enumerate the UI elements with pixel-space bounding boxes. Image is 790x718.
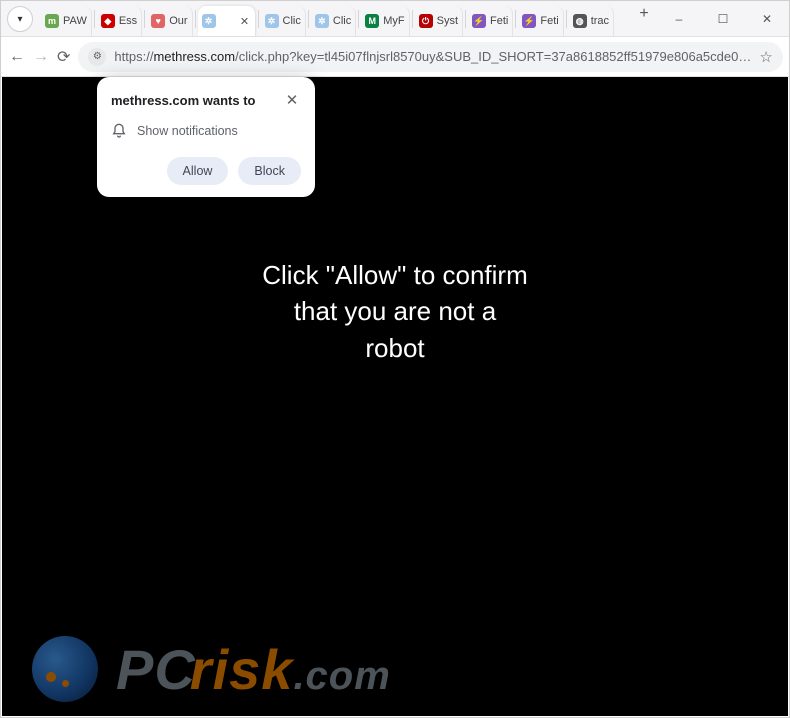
tab-favicon: M — [365, 14, 379, 28]
watermark: PC risk .com — [32, 636, 391, 702]
tab-title: Feti — [490, 15, 508, 27]
tab-favicon: m — [45, 14, 59, 28]
watermark-text: PC risk .com — [116, 637, 391, 702]
nav-forward-button[interactable]: → — [33, 42, 49, 72]
watermark-risk: risk — [190, 637, 294, 702]
tab-separator — [358, 10, 359, 28]
tab-title: PAW — [63, 15, 87, 27]
url-scheme: https:// — [114, 49, 153, 64]
browser-tab[interactable]: ⚡ Feti — [468, 6, 513, 36]
url-host: methress.com — [153, 49, 235, 64]
tab-favicon: ✲ — [265, 14, 279, 28]
hero-line-1: Click "Allow" to confirm — [2, 257, 788, 293]
window-controls: – ☐ ✕ — [657, 1, 789, 36]
tab-favicon: ⚡ — [522, 14, 536, 28]
permission-title: methress.com wants to — [111, 93, 256, 108]
browser-window: ▾ mPAW◆Ess♥Our✲✕✲Clic✲ClicMMyF⏻Syst⚡Feti… — [0, 0, 790, 718]
tab-title: Clic — [283, 15, 301, 27]
tab-title: trac — [591, 15, 609, 27]
browser-tab-active[interactable]: ✲✕ — [198, 6, 256, 36]
browser-tab[interactable]: m PAW — [41, 6, 92, 36]
new-tab-button[interactable]: + — [631, 1, 657, 27]
watermark-orb-icon — [32, 636, 98, 702]
tab-favicon: ◆ — [101, 14, 115, 28]
bookmark-star-icon[interactable]: ☆ — [759, 48, 772, 66]
tab-favicon: ◍ — [573, 14, 587, 28]
browser-tab[interactable]: M MyF — [361, 6, 409, 36]
hero-text: Click "Allow" to confirm that you are no… — [2, 257, 788, 366]
permission-block-button[interactable]: Block — [238, 157, 301, 185]
tab-favicon: ⚡ — [472, 14, 486, 28]
tab-separator — [144, 10, 145, 28]
titlebar: ▾ mPAW◆Ess♥Our✲✕✲Clic✲ClicMMyF⏻Syst⚡Feti… — [1, 1, 789, 37]
tab-close-button[interactable]: ✕ — [239, 15, 251, 27]
hero-line-3: robot — [2, 330, 788, 366]
tab-title: Syst — [437, 15, 458, 27]
browser-tab[interactable]: ⏻ Syst — [415, 6, 463, 36]
nav-back-button[interactable]: ← — [9, 42, 25, 72]
bell-icon — [111, 123, 127, 139]
toolbar: ← → ⟳ ⚙ https://methress.com/click.php?k… — [1, 37, 789, 77]
tab-title: Feti — [540, 15, 558, 27]
tab-favicon: ✲ — [202, 14, 216, 28]
tab-separator — [566, 10, 567, 28]
tab-separator — [94, 10, 95, 28]
site-settings-icon[interactable]: ⚙ — [88, 48, 106, 66]
tab-favicon: ♥ — [151, 14, 165, 28]
watermark-com: .com — [293, 654, 390, 699]
permission-close-button[interactable]: ✕ — [283, 91, 301, 109]
tabs-dropdown-button[interactable]: ▾ — [7, 6, 33, 32]
tab-title: MyF — [383, 15, 404, 27]
tab-title: Clic — [333, 15, 351, 27]
permission-allow-button[interactable]: Allow — [167, 157, 229, 185]
browser-tab[interactable]: ◍ trac — [569, 6, 614, 36]
tab-separator — [308, 10, 309, 28]
tab-title: Our — [169, 15, 187, 27]
tab-favicon: ✲ — [315, 14, 329, 28]
browser-tab[interactable]: ⚡ Feti — [518, 6, 563, 36]
omnibox[interactable]: ⚙ https://methress.com/click.php?key=tl4… — [78, 42, 782, 72]
browser-tab[interactable]: ✲ Clic — [261, 6, 306, 36]
window-minimize-button[interactable]: – — [657, 1, 701, 37]
browser-tab[interactable]: ◆ Ess — [97, 6, 142, 36]
browser-tab[interactable]: ♥ Our — [147, 6, 192, 36]
tab-separator — [195, 10, 196, 28]
notification-permission-popup: methress.com wants to ✕ Show notificatio… — [97, 77, 315, 197]
tab-separator — [515, 10, 516, 28]
hero-line-2: that you are not a — [2, 293, 788, 329]
tabs-strip: mPAW◆Ess♥Our✲✕✲Clic✲ClicMMyF⏻Syst⚡Feti⚡F… — [37, 1, 627, 36]
nav-reload-button[interactable]: ⟳ — [57, 42, 70, 72]
tab-favicon: ⏻ — [419, 14, 433, 28]
window-maximize-button[interactable]: ☐ — [701, 1, 745, 37]
browser-tab[interactable]: ✲ Clic — [311, 6, 356, 36]
tab-title: Ess — [119, 15, 137, 27]
watermark-pc: PC — [116, 637, 196, 702]
tab-separator — [412, 10, 413, 28]
url-path: /click.php?key=tl45i07flnjsrl8570uy&SUB_… — [235, 49, 751, 64]
permission-label: Show notifications — [137, 124, 238, 138]
tab-separator — [258, 10, 259, 28]
window-close-button[interactable]: ✕ — [745, 1, 789, 37]
omnibox-url[interactable]: https://methress.com/click.php?key=tl45i… — [114, 49, 751, 64]
tab-separator — [465, 10, 466, 28]
